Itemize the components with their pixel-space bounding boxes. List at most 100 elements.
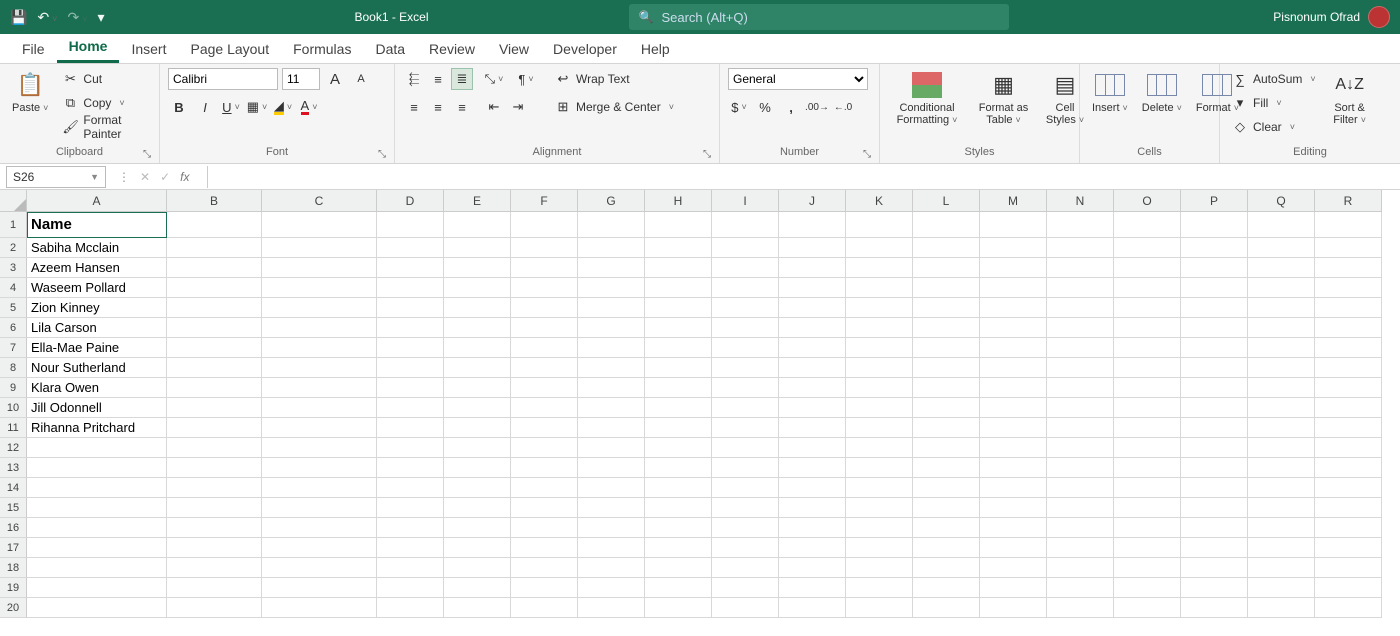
merge-center-button[interactable]: ⊞Merge & Center (551, 96, 678, 118)
cell-R12[interactable] (1315, 438, 1382, 458)
comma-format-button[interactable]: , (780, 96, 802, 118)
row-header-18[interactable]: 18 (0, 558, 27, 578)
cell-F4[interactable] (511, 278, 578, 298)
cell-B8[interactable] (167, 358, 262, 378)
cell-D2[interactable] (377, 238, 444, 258)
tab-page-layout[interactable]: Page Layout (178, 35, 281, 63)
cell-P4[interactable] (1181, 278, 1248, 298)
cell-O2[interactable] (1114, 238, 1181, 258)
cell-C1[interactable] (262, 212, 377, 238)
row-header-20[interactable]: 20 (0, 598, 27, 618)
cell-D13[interactable] (377, 458, 444, 478)
cell-P20[interactable] (1181, 598, 1248, 618)
name-box[interactable]: S26▼ (6, 166, 106, 188)
cell-M9[interactable] (980, 378, 1047, 398)
cell-K10[interactable] (846, 398, 913, 418)
cell-Q18[interactable] (1248, 558, 1315, 578)
tab-formulas[interactable]: Formulas (281, 35, 363, 63)
cell-G6[interactable] (578, 318, 645, 338)
cell-M6[interactable] (980, 318, 1047, 338)
align-middle-button[interactable]: ≡ (427, 68, 449, 90)
cell-C12[interactable] (262, 438, 377, 458)
cell-N20[interactable] (1047, 598, 1114, 618)
cell-K7[interactable] (846, 338, 913, 358)
cell-E12[interactable] (444, 438, 511, 458)
cell-F12[interactable] (511, 438, 578, 458)
percent-format-button[interactable]: % (754, 96, 776, 118)
cell-A12[interactable] (27, 438, 167, 458)
cell-G14[interactable] (578, 478, 645, 498)
formula-input[interactable] (207, 166, 1400, 188)
cell-A10[interactable]: Jill Odonnell (27, 398, 167, 418)
cell-M1[interactable] (980, 212, 1047, 238)
cell-P15[interactable] (1181, 498, 1248, 518)
cell-G9[interactable] (578, 378, 645, 398)
cell-P3[interactable] (1181, 258, 1248, 278)
cell-B15[interactable] (167, 498, 262, 518)
cell-P10[interactable] (1181, 398, 1248, 418)
row-header-3[interactable]: 3 (0, 258, 27, 278)
cell-R11[interactable] (1315, 418, 1382, 438)
cell-E16[interactable] (444, 518, 511, 538)
cell-J11[interactable] (779, 418, 846, 438)
bold-button[interactable]: B (168, 96, 190, 118)
cell-N17[interactable] (1047, 538, 1114, 558)
cell-D16[interactable] (377, 518, 444, 538)
cell-F11[interactable] (511, 418, 578, 438)
cell-J13[interactable] (779, 458, 846, 478)
row-header-16[interactable]: 16 (0, 518, 27, 538)
cell-M17[interactable] (980, 538, 1047, 558)
cell-P9[interactable] (1181, 378, 1248, 398)
tab-review[interactable]: Review (417, 35, 487, 63)
cell-J7[interactable] (779, 338, 846, 358)
tab-view[interactable]: View (487, 35, 541, 63)
cell-P1[interactable] (1181, 212, 1248, 238)
cell-F20[interactable] (511, 598, 578, 618)
cell-D15[interactable] (377, 498, 444, 518)
accounting-format-button[interactable]: $ (728, 96, 750, 118)
row-header-6[interactable]: 6 (0, 318, 27, 338)
cell-P7[interactable] (1181, 338, 1248, 358)
cell-H11[interactable] (645, 418, 712, 438)
col-header-K[interactable]: K (846, 190, 913, 212)
increase-indent-button[interactable]: ⇥ (507, 96, 529, 118)
cell-B2[interactable] (167, 238, 262, 258)
cell-Q7[interactable] (1248, 338, 1315, 358)
cell-K4[interactable] (846, 278, 913, 298)
cell-G1[interactable] (578, 212, 645, 238)
col-header-O[interactable]: O (1114, 190, 1181, 212)
cell-C15[interactable] (262, 498, 377, 518)
cell-J20[interactable] (779, 598, 846, 618)
tab-data[interactable]: Data (363, 35, 417, 63)
orientation-button[interactable]: ⤡ (483, 68, 505, 90)
cell-G16[interactable] (578, 518, 645, 538)
cell-L20[interactable] (913, 598, 980, 618)
cell-L8[interactable] (913, 358, 980, 378)
cell-O13[interactable] (1114, 458, 1181, 478)
cell-L11[interactable] (913, 418, 980, 438)
cell-I5[interactable] (712, 298, 779, 318)
cancel-formula-icon[interactable]: ✕ (140, 170, 150, 184)
cell-A14[interactable] (27, 478, 167, 498)
cell-A7[interactable]: Ella-Mae Paine (27, 338, 167, 358)
cell-O15[interactable] (1114, 498, 1181, 518)
cell-L16[interactable] (913, 518, 980, 538)
cell-E3[interactable] (444, 258, 511, 278)
alignment-launcher-icon[interactable]: ⤡ (703, 148, 711, 162)
cell-E11[interactable] (444, 418, 511, 438)
cell-K5[interactable] (846, 298, 913, 318)
cell-O20[interactable] (1114, 598, 1181, 618)
cell-N9[interactable] (1047, 378, 1114, 398)
cell-N15[interactable] (1047, 498, 1114, 518)
cell-B5[interactable] (167, 298, 262, 318)
col-header-L[interactable]: L (913, 190, 980, 212)
increase-font-icon[interactable]: A (324, 68, 346, 90)
cell-B1[interactable] (167, 212, 262, 238)
cell-R17[interactable] (1315, 538, 1382, 558)
cell-K18[interactable] (846, 558, 913, 578)
col-header-B[interactable]: B (167, 190, 262, 212)
cell-J5[interactable] (779, 298, 846, 318)
cell-Q19[interactable] (1248, 578, 1315, 598)
cell-E1[interactable] (444, 212, 511, 238)
cell-M4[interactable] (980, 278, 1047, 298)
